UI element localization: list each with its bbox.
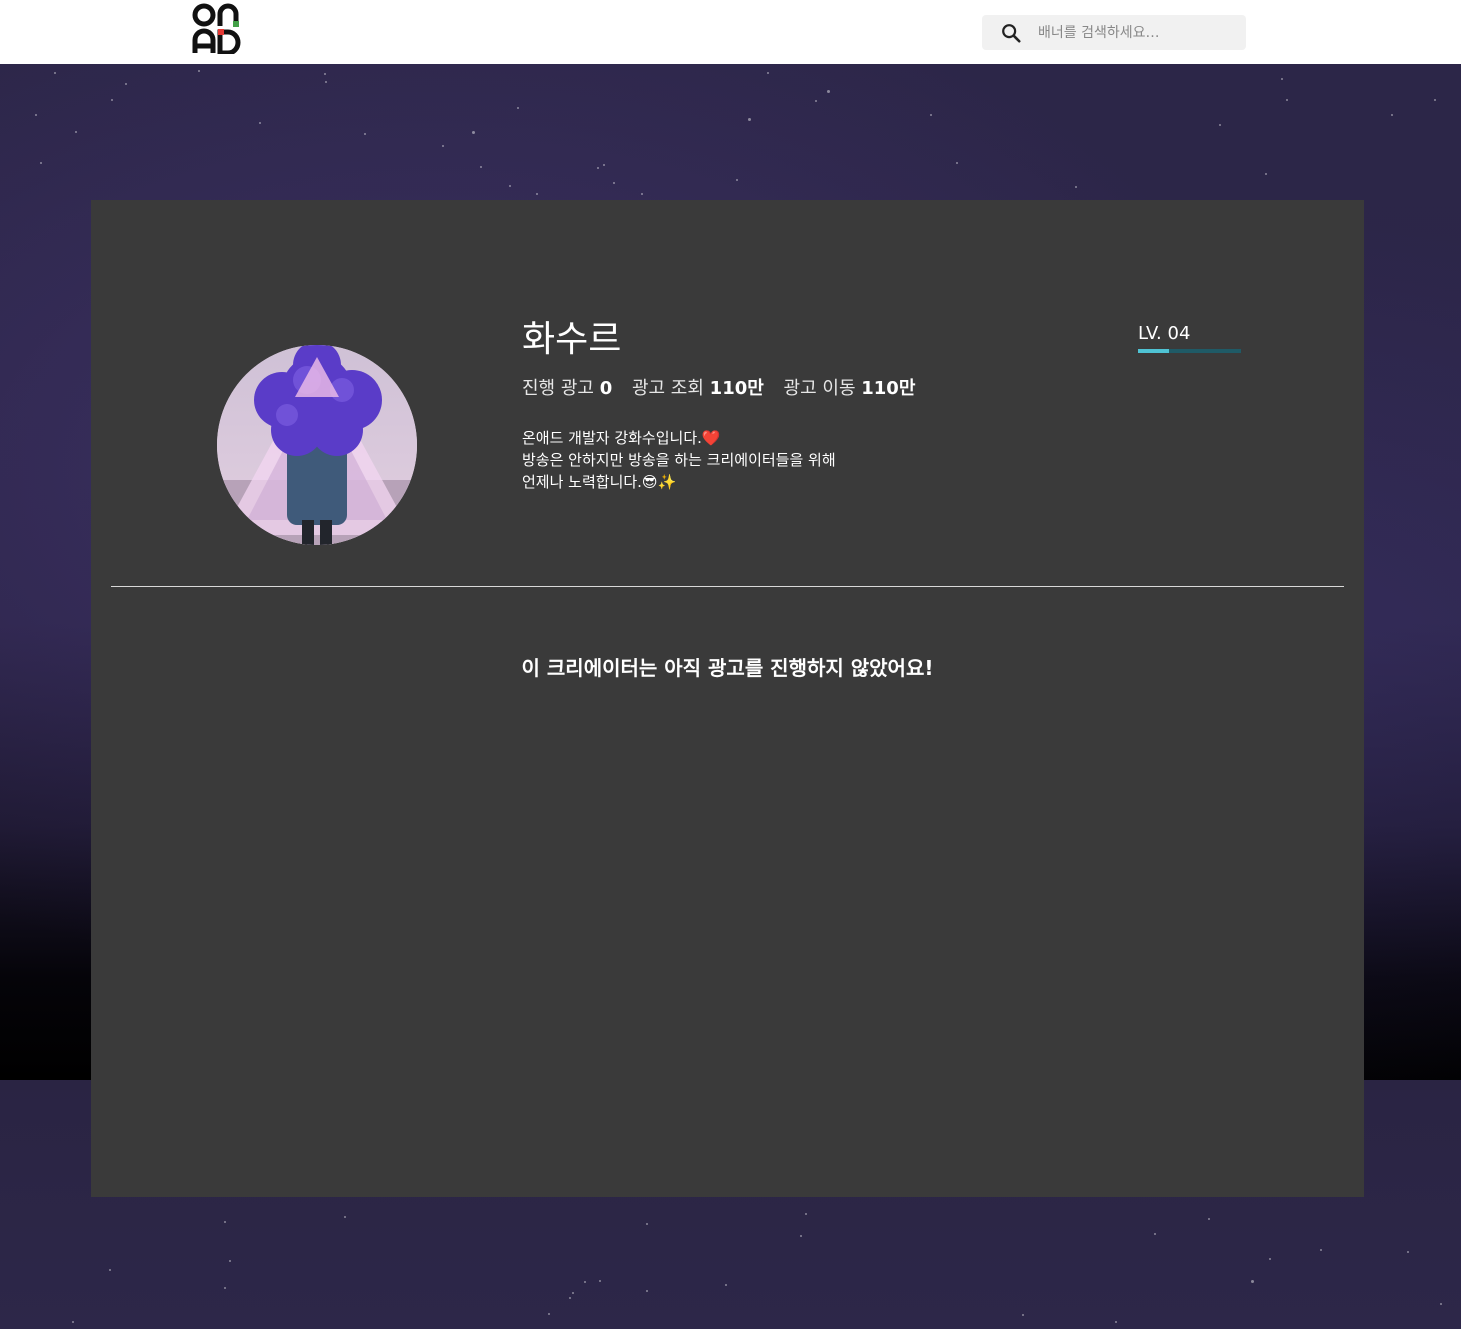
creator-bio: 온애드 개발자 강화수입니다.❤️ 방송은 안하지만 방송을 하는 크리에이터들… xyxy=(522,427,836,493)
star xyxy=(536,193,538,195)
onad-logo[interactable] xyxy=(192,2,244,56)
star xyxy=(54,72,56,74)
stat-label: 광고 조회 xyxy=(631,378,704,399)
star xyxy=(517,107,519,109)
star xyxy=(805,1213,807,1215)
level-progress-bar xyxy=(1138,349,1241,353)
star xyxy=(736,179,738,181)
stat-active-ads: 진행 광고 0 xyxy=(522,378,618,399)
star xyxy=(1219,124,1221,126)
star xyxy=(224,1221,226,1223)
bio-line: 온애드 개발자 강화수입니다.❤️ xyxy=(522,429,721,447)
star xyxy=(229,1260,231,1262)
star xyxy=(725,1284,727,1286)
star xyxy=(569,1297,571,1299)
star xyxy=(572,1292,574,1294)
star xyxy=(509,185,511,187)
stat-value: 110만 xyxy=(861,378,916,399)
level-label: LV. 04 xyxy=(1138,323,1191,344)
star xyxy=(1440,1303,1442,1305)
star xyxy=(646,1290,648,1292)
star xyxy=(72,1321,74,1323)
bio-line: 방송은 안하지만 방송을 하는 크리에이터들을 위해 xyxy=(522,451,836,469)
star xyxy=(827,90,830,93)
star xyxy=(125,83,127,85)
star xyxy=(930,114,932,116)
star xyxy=(1154,1233,1156,1235)
star xyxy=(364,133,366,135)
star xyxy=(646,1223,648,1225)
star xyxy=(325,81,327,83)
star xyxy=(584,1281,586,1283)
star xyxy=(815,100,817,102)
star xyxy=(1265,173,1267,175)
star xyxy=(480,166,482,168)
star xyxy=(1286,99,1288,101)
stat-value: 0 xyxy=(599,378,613,399)
creator-profile-card: 화수르 진행 광고 0 광고 조회 110만 광고 이동 110만 온애드 개발… xyxy=(91,200,1364,1197)
creator-stats: 진행 광고 0 광고 조회 110만 광고 이동 110만 xyxy=(522,376,929,402)
stat-ad-views: 광고 조회 110만 xyxy=(632,378,770,399)
star xyxy=(472,131,475,134)
star xyxy=(548,1313,550,1315)
level-progress-fill xyxy=(1138,349,1169,353)
star xyxy=(75,131,77,133)
star xyxy=(198,70,200,72)
star xyxy=(224,1287,226,1289)
avatar xyxy=(217,345,417,545)
star xyxy=(767,72,769,74)
star xyxy=(597,167,599,169)
empty-state-message: 이 크리에이터는 아직 광고를 진행하지 않았어요! xyxy=(521,656,934,680)
star xyxy=(40,162,42,164)
stat-label: 광고 이동 xyxy=(783,378,856,399)
star xyxy=(1251,1280,1254,1283)
star xyxy=(603,164,605,166)
star xyxy=(1391,114,1393,116)
avatar-image xyxy=(217,345,417,545)
star xyxy=(1208,1218,1210,1220)
star xyxy=(1075,186,1077,188)
star xyxy=(109,1269,111,1271)
star xyxy=(259,122,261,124)
star xyxy=(1269,1258,1271,1260)
star xyxy=(324,73,326,75)
stat-label: 진행 광고 xyxy=(522,378,594,399)
search-input[interactable] xyxy=(1030,15,1235,50)
star xyxy=(748,118,751,121)
bio-line: 언제나 노력합니다.😎✨ xyxy=(522,473,677,491)
star xyxy=(800,1235,802,1237)
top-header xyxy=(0,0,1461,64)
star xyxy=(613,182,615,184)
stat-value: 110만 xyxy=(709,378,764,399)
star xyxy=(1281,78,1283,80)
star xyxy=(1407,1251,1409,1253)
star xyxy=(1115,1321,1117,1323)
stat-ad-clicks: 광고 이동 110만 xyxy=(784,378,916,399)
search-icon[interactable] xyxy=(1000,22,1022,44)
banner-search xyxy=(982,15,1246,50)
star xyxy=(599,1280,601,1282)
logo-icon xyxy=(192,3,241,56)
creator-name: 화수르 xyxy=(522,319,622,360)
star xyxy=(1434,99,1436,101)
section-divider xyxy=(111,586,1344,587)
star xyxy=(1022,1314,1024,1316)
star xyxy=(956,162,958,164)
star xyxy=(35,114,37,116)
star xyxy=(344,1216,346,1218)
star xyxy=(442,145,444,147)
level-indicator: LV. 04 xyxy=(1138,322,1241,353)
star xyxy=(1320,1249,1322,1251)
star xyxy=(641,193,643,195)
star xyxy=(111,99,113,101)
